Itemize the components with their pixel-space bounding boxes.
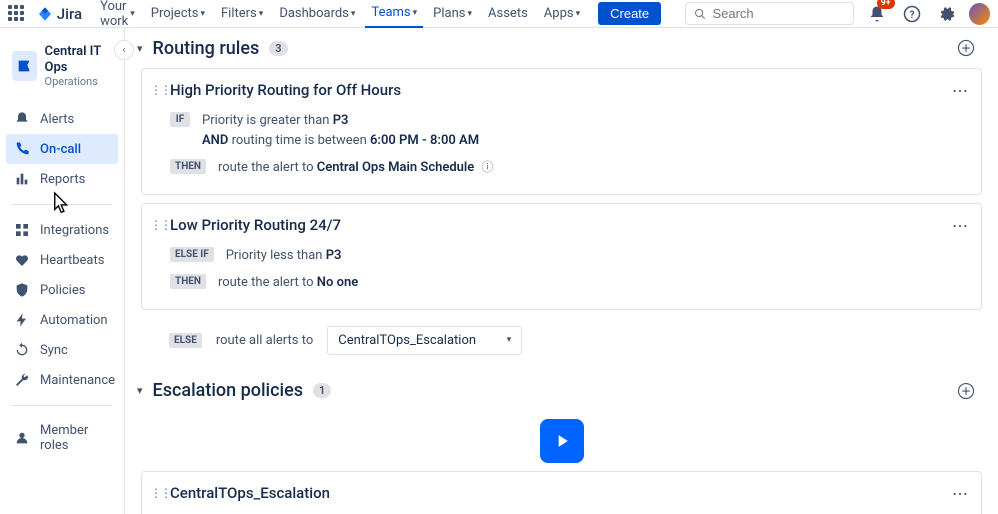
routing-else-row: ELSE route all alerts to CentralTOps_Esc…	[141, 318, 982, 363]
routing-title: Routing rules	[153, 38, 260, 59]
nav-filters[interactable]: Filters▾	[215, 2, 269, 25]
settings-button[interactable]	[935, 2, 957, 26]
routing-card-low: ⋮⋮ ⋯ Low Priority Routing 24/7 ELSE IF P…	[141, 203, 982, 310]
notif-badge: 9+	[877, 0, 895, 9]
plus-icon	[957, 39, 975, 57]
sidebar-member-roles[interactable]: Member roles	[6, 416, 118, 460]
card-title: Low Priority Routing 24/7	[170, 216, 965, 234]
jira-logo[interactable]: Jira	[37, 5, 82, 23]
sidebar-collapse-button[interactable]: ‹	[114, 40, 134, 60]
gear-icon	[937, 5, 955, 23]
else-select[interactable]: CentralTOps_Escalation ▾	[327, 326, 522, 355]
escalation-card-title: CentralTOps_Escalation	[170, 484, 965, 502]
nav-assets[interactable]: Assets	[482, 2, 534, 25]
profile-avatar[interactable]	[969, 3, 990, 25]
play-icon	[552, 431, 572, 451]
card-menu[interactable]: ⋯	[952, 216, 969, 235]
escalation-count: 1	[313, 383, 331, 398]
sidebar-alerts[interactable]: Alerts	[6, 104, 118, 134]
else-label: ELSE	[169, 333, 202, 348]
sidebar-oncall[interactable]: On-call	[6, 134, 118, 164]
heart-icon	[14, 252, 30, 268]
card-menu[interactable]: ⋯	[952, 484, 969, 503]
help-button[interactable]: ?	[901, 2, 923, 26]
wrench-icon	[14, 372, 30, 388]
sidebar-policies[interactable]: Policies	[6, 275, 118, 305]
bolt-icon	[14, 312, 30, 328]
help-icon: ?	[903, 5, 921, 23]
chevron-down-icon: ▾	[507, 335, 512, 345]
elseif-label: ELSE IF	[170, 247, 214, 262]
nav-dashboards[interactable]: Dashboards▾	[273, 2, 361, 25]
then-label: THEN	[170, 159, 206, 174]
drag-handle-icon[interactable]: ⋮⋮	[150, 218, 170, 232]
bell-icon	[14, 111, 30, 127]
nav-plans[interactable]: Plans▾	[427, 2, 478, 25]
if-label: IF	[170, 112, 190, 127]
sidebar-sync[interactable]: Sync	[6, 335, 118, 365]
app-switcher-icon[interactable]	[8, 5, 25, 23]
grid-icon	[14, 222, 30, 238]
phone-icon	[14, 141, 30, 157]
chart-icon	[14, 171, 30, 187]
then-label: THEN	[170, 274, 206, 289]
collapse-routing[interactable]: ▾	[137, 42, 143, 55]
routing-card-high: ⋮⋮ ⋯ High Priority Routing for Off Hours…	[141, 68, 982, 195]
team-header: Central IT Ops Operations	[0, 44, 124, 100]
nav-apps[interactable]: Apps▾	[538, 2, 586, 25]
plus-icon	[957, 382, 975, 400]
top-navigation: Jira Your work▾ Projects▾ Filters▾ Dashb…	[0, 0, 998, 28]
sidebar-reports[interactable]: Reports	[6, 164, 118, 194]
drag-handle-icon[interactable]: ⋮⋮	[150, 83, 170, 97]
collapse-escalation[interactable]: ▾	[137, 384, 143, 397]
escalation-card: ⋮⋮ ⋯ CentralTOps_Escalation 2 m On call …	[141, 471, 982, 514]
shield-icon	[14, 282, 30, 298]
sidebar-automation[interactable]: Automation	[6, 305, 118, 335]
sidebar-integrations[interactable]: Integrations	[6, 215, 118, 245]
sidebar: ‹ Central IT Ops Operations Alerts On-ca…	[0, 28, 125, 514]
nav-projects[interactable]: Projects▾	[145, 2, 211, 25]
escalation-step: 2 m On call users in Central Ops Main Sc…	[170, 510, 965, 514]
search-box[interactable]	[685, 2, 854, 25]
search-input[interactable]	[712, 6, 845, 21]
notifications-button[interactable]: 9+	[866, 2, 888, 26]
team-logo	[12, 51, 37, 81]
main-content[interactable]: ▾ Routing rules 3 ⋮⋮ ⋯ High Priority Rou…	[125, 28, 998, 514]
add-escalation[interactable]	[954, 379, 978, 403]
person-icon	[14, 430, 30, 446]
escalation-header: ▾ Escalation policies 1	[125, 371, 998, 411]
escalation-title: Escalation policies	[153, 380, 304, 401]
else-text: route all alerts to	[216, 333, 313, 348]
svg-text:?: ?	[909, 9, 914, 20]
routing-header: ▾ Routing rules 3	[125, 28, 998, 68]
search-icon	[694, 7, 706, 21]
team-sub: Operations	[45, 75, 112, 88]
add-routing-rule[interactable]	[954, 36, 978, 60]
play-button[interactable]	[540, 419, 584, 463]
sidebar-maintenance[interactable]: Maintenance	[6, 365, 118, 395]
logo-text: Jira	[57, 5, 82, 23]
nav-teams[interactable]: Teams▾	[365, 1, 423, 28]
sync-icon	[14, 342, 30, 358]
routing-count: 3	[269, 41, 287, 56]
info-icon[interactable]: ⓘ	[482, 160, 494, 174]
card-title: High Priority Routing for Off Hours	[170, 81, 965, 99]
create-button[interactable]: Create	[598, 2, 661, 25]
drag-handle-icon[interactable]: ⋮⋮	[150, 486, 170, 500]
sidebar-heartbeats[interactable]: Heartbeats	[6, 245, 118, 275]
card-menu[interactable]: ⋯	[952, 81, 969, 100]
team-name: Central IT Ops	[45, 44, 112, 75]
